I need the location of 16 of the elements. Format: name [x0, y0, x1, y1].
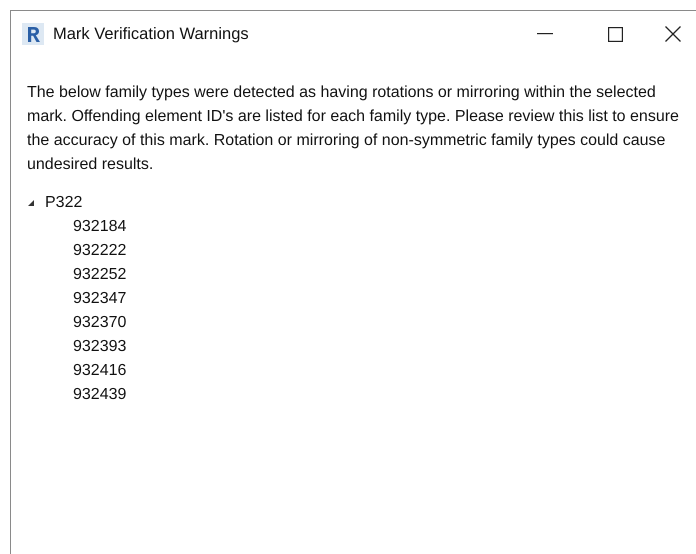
warning-message: The below family types were detected as having rotations or mirroring within the selected mark. Offending element ID's are listed for each family type. Please review this list to ensure the accuracy of this mark. Rotation or mirroring of non-symmetric family types could cause undesired results.	[27, 83, 680, 175]
app-logo-icon	[22, 23, 44, 45]
window-title: Mark Verification Warnings	[53, 24, 250, 44]
tree-leaf[interactable]: 932370	[73, 314, 126, 332]
tree-leaf[interactable]: 932252	[73, 266, 126, 284]
maximize-icon	[608, 26, 622, 42]
tree-leaf[interactable]: 932184	[73, 218, 126, 236]
tree-leaf[interactable]: 932416	[73, 362, 126, 380]
tree-node[interactable]: P322	[45, 194, 82, 212]
tree-leaf[interactable]: 932393	[73, 338, 126, 356]
tree-leaf[interactable]: 932347	[73, 290, 126, 308]
tree-leaf[interactable]: 932222	[73, 242, 126, 260]
close-icon	[665, 26, 681, 42]
minimize-icon	[537, 33, 553, 35]
expanded-arrow-icon[interactable]	[27, 199, 35, 207]
tree-leaf[interactable]: 932439	[73, 386, 126, 404]
